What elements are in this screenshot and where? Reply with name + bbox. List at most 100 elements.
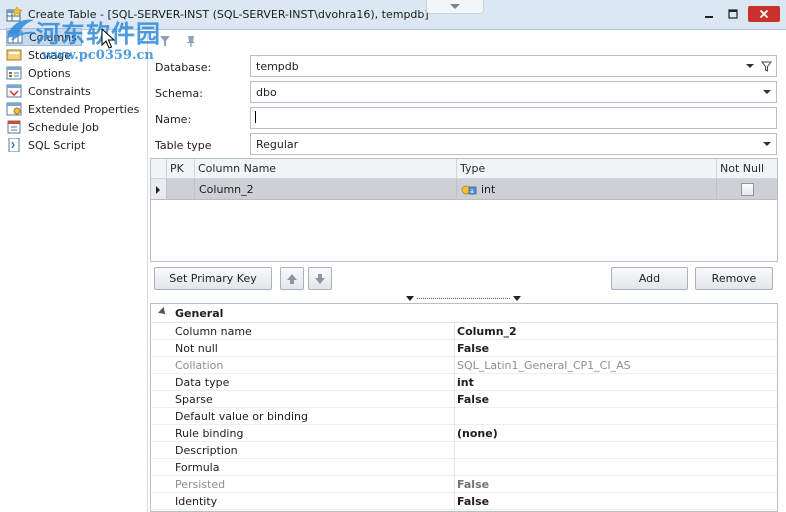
options-icon [6, 66, 22, 80]
property-row-identity[interactable]: Identity False [151, 493, 777, 510]
svg-text:a: a [470, 188, 474, 195]
maximize-icon [728, 9, 738, 19]
table-type-value: Regular [256, 138, 299, 151]
watermark-logo [7, 19, 36, 41]
text-caret [255, 111, 256, 123]
pin-toolbar-icon[interactable] [184, 34, 198, 48]
schedule-job-icon [7, 120, 21, 134]
name-input[interactable] [250, 107, 777, 129]
close-icon [759, 9, 769, 19]
not-null-checkbox[interactable] [741, 183, 754, 196]
grid-header-column-name[interactable]: Column Name [195, 159, 457, 179]
property-value[interactable]: False [457, 495, 489, 508]
minimize-button[interactable] [698, 6, 720, 22]
grid-cell-column-name[interactable]: Column_2 [195, 179, 457, 200]
property-name: Sparse [175, 393, 213, 406]
maximize-button[interactable] [722, 6, 744, 22]
grid-cell-pk[interactable] [167, 179, 195, 200]
panel-splitter[interactable] [406, 295, 521, 302]
minimize-icon [705, 16, 713, 18]
row-indicator-icon [156, 186, 160, 194]
property-value[interactable]: SQL_Latin1_General_CP1_CI_AS [457, 359, 631, 372]
add-button[interactable]: Add [611, 267, 688, 290]
arrow-up-icon [287, 273, 297, 284]
property-row-data-type[interactable]: Data type int [151, 374, 777, 391]
property-name: Not null [175, 342, 218, 355]
move-up-button[interactable] [280, 267, 304, 290]
set-primary-key-button[interactable]: Set Primary Key [154, 267, 272, 290]
property-row-persisted[interactable]: Persisted False [151, 476, 777, 493]
property-value[interactable]: (none) [457, 427, 498, 440]
property-name: Data type [175, 376, 230, 389]
nav-item-label: Constraints [28, 84, 91, 98]
property-value[interactable]: False [457, 393, 489, 406]
property-row-collation[interactable]: Collation SQL_Latin1_General_CP1_CI_AS [151, 357, 777, 374]
splitter-arrow-icon [406, 296, 414, 301]
nav-item-sql-script[interactable]: SQL Script [6, 136, 85, 154]
collapse-toggle-icon[interactable] [158, 307, 168, 317]
property-name: Rule binding [175, 427, 244, 440]
chevron-down-icon [763, 90, 771, 94]
schema-value: dbo [256, 86, 277, 99]
nav-item-options[interactable]: Options [6, 64, 70, 82]
schema-dropdown[interactable]: dbo [250, 81, 777, 103]
grid-header-pk[interactable]: PK [167, 159, 195, 179]
property-category-label: General [175, 307, 224, 320]
property-row-rule-binding[interactable]: Rule binding (none) [151, 425, 777, 442]
property-row-sparse[interactable]: Sparse False [151, 391, 777, 408]
grid-row-selector[interactable] [151, 179, 167, 200]
property-name: Collation [175, 359, 224, 372]
property-name: Formula [175, 461, 220, 474]
property-name: Description [175, 444, 238, 457]
watermark-text: 河东软件园 [36, 19, 161, 48]
watermark-url: www.pc0359.cn [42, 48, 154, 63]
database-dropdown[interactable]: tempdb [250, 55, 777, 77]
grid-header-row-selector [151, 159, 167, 179]
filter-icon[interactable] [761, 61, 772, 72]
property-value[interactable]: Column_2 [457, 325, 517, 338]
property-row-column-name[interactable]: Column name Column_2 [151, 323, 777, 340]
property-value[interactable]: False [457, 342, 489, 355]
nav-item-schedule-job[interactable]: Schedule Job [6, 118, 99, 136]
property-row-formula[interactable]: Formula [151, 459, 777, 476]
arrow-down-icon [315, 273, 325, 284]
table-type-label: Table type [155, 139, 212, 152]
nav-item-label: Schedule Job [28, 120, 100, 134]
close-button[interactable] [748, 6, 780, 22]
grid-header-type[interactable]: Type [457, 159, 717, 179]
property-row-default-value[interactable]: Default value or binding [151, 408, 777, 425]
splitter-arrow-icon [513, 296, 521, 301]
property-row-description[interactable]: Description [151, 442, 777, 459]
constraints-icon [6, 84, 22, 98]
move-down-button[interactable] [308, 267, 332, 290]
grid-cell-type[interactable]: a int [457, 179, 717, 200]
grid-cell-not-null [717, 179, 777, 200]
property-name: Column name [175, 325, 252, 338]
property-category-general[interactable]: General [151, 304, 777, 323]
chevron-down-icon [746, 64, 754, 68]
mouse-cursor-icon [101, 28, 115, 49]
sql-script-icon [8, 138, 20, 152]
splitter-grip [417, 298, 510, 299]
grid-header-not-null[interactable]: Not Null [717, 159, 777, 179]
property-name: Persisted [175, 478, 226, 491]
nav-item-label: Options [28, 66, 71, 80]
table-type-dropdown[interactable]: Regular [250, 133, 777, 155]
property-value[interactable]: int [457, 376, 474, 389]
storage-icon [6, 49, 22, 61]
property-value[interactable]: False [457, 478, 489, 491]
property-row-not-null[interactable]: Not null False [151, 340, 777, 357]
chevron-down-icon [450, 3, 460, 9]
database-label: Database: [155, 61, 212, 74]
columns-grid: PK Column Name Type Not Null Column_2 ai… [150, 158, 778, 262]
nav-item-label: Extended Properties [28, 102, 140, 116]
property-name: Default value or binding [175, 410, 308, 423]
nav-item-extended-properties[interactable]: Extended Properties [6, 100, 139, 118]
ribbon-collapse-button[interactable] [426, 0, 484, 14]
name-label: Name: [155, 113, 192, 126]
data-type-icon: a [461, 185, 477, 195]
remove-button[interactable]: Remove [695, 267, 773, 290]
extended-properties-icon [6, 102, 22, 116]
nav-item-constraints[interactable]: Constraints [6, 82, 91, 100]
nav-item-label: SQL Script [28, 138, 86, 152]
